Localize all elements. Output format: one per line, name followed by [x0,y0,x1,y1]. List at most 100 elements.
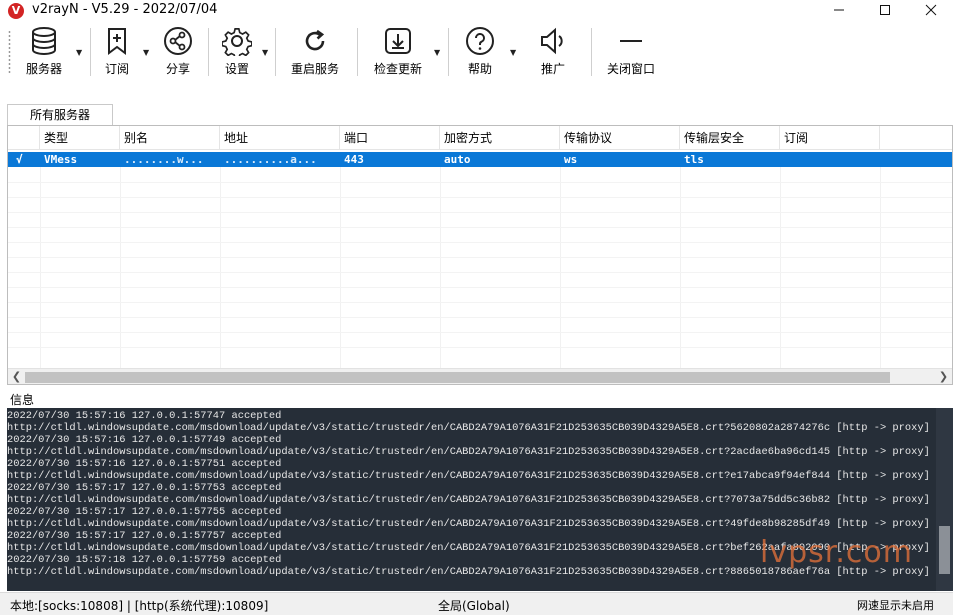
grid-line [8,182,952,183]
minimize-button[interactable] [816,0,862,22]
cell-address: ..........a... [224,153,317,166]
grid-line [8,242,952,243]
title-bar: V v2rayN - V5.29 - 2022/07/04 [0,0,953,22]
toolbar-label: 帮助 [467,62,492,76]
toolbar-grip[interactable] [8,30,11,74]
watermark: lvpsr.com [760,535,913,570]
cell-network: ws [564,153,578,166]
grid-line [8,257,952,258]
active-checkmark: √ [16,153,23,166]
server-list: 类型 别名 地址 端口 加密方式 传输协议 传输层安全 订阅 测 √ VMess… [7,125,953,385]
log-line: 2022/07/30 15:57:17 127.0.0.1:57753 acce… [7,482,282,494]
grid-line [8,227,952,228]
column-header-port[interactable]: 端口 [340,126,440,150]
toolbar-subscription-button[interactable]: 订阅 [94,24,140,82]
toolbar-servers-button[interactable]: 服务器 [14,24,74,82]
scroll-right-arrow-icon[interactable]: ❯ [935,369,952,384]
log-line: 2022/07/30 15:57:17 127.0.0.1:57755 acce… [7,506,282,518]
grid-line [8,332,952,333]
maximize-icon [880,5,890,15]
toolbar-separator [275,28,276,76]
log-line: 2022/07/30 15:57:16 127.0.0.1:57749 acce… [7,434,282,446]
info-section-label: 信息 [10,393,35,407]
toolbar-separator [208,28,209,76]
toolbar-share-button[interactable]: 分享 [156,24,200,82]
toolbar: 服务器 ▼ 订阅 ▼ 分享 设置 ▼ 重启服务 检查更新 ▼ 帮助 ▼ 推广 关… [0,24,953,82]
status-speed-display: 网速显示未启用 [857,599,934,612]
log-line: http://ctldl.windowsupdate.com/msdownloa… [7,470,930,482]
cell-tls: tls [684,153,704,166]
column-header-test[interactable]: 测 [880,126,952,150]
column-header-status[interactable] [8,126,40,150]
column-header-type[interactable]: 类型 [40,126,120,150]
cell-subscription [780,152,880,167]
log-line: 2022/07/30 15:57:16 127.0.0.1:57747 acce… [7,410,282,422]
minimize-icon [834,9,844,11]
chevron-down-icon[interactable]: ▼ [510,48,516,57]
bookmark-add-icon [108,28,126,55]
column-header-tls[interactable]: 传输层安全 [680,126,780,150]
column-header-network[interactable]: 传输协议 [560,126,680,150]
gear-icon [222,28,252,56]
toolbar-promotion-button[interactable]: 推广 [530,24,576,82]
log-scrollbar-thumb[interactable] [939,526,950,574]
database-icon [32,27,56,56]
cell-port: 443 [344,153,364,166]
server-group-tabs: 所有服务器 [0,104,953,126]
help-icon [466,27,494,55]
column-header-alias[interactable]: 别名 [120,126,220,150]
chevron-down-icon[interactable]: ▼ [76,48,82,57]
column-header-address[interactable]: 地址 [220,126,340,150]
close-button[interactable] [908,0,953,22]
cell-alias: ........w... [124,153,204,166]
speaker-icon [541,27,563,55]
status-bar: 本地:[socks:10808] | [http(系统代理):10809] 全局… [0,592,953,615]
chevron-down-icon[interactable]: ▼ [434,48,440,57]
chevron-down-icon[interactable]: ▼ [262,48,268,57]
toolbar-help-button[interactable]: 帮助 [458,24,502,82]
toolbar-label: 服务器 [25,62,62,76]
log-line: http://ctldl.windowsupdate.com/msdownloa… [7,494,930,506]
toolbar-separator [357,28,358,76]
horizontal-scrollbar[interactable]: ❮ ❯ [8,368,952,384]
toolbar-separator [90,28,91,76]
horizontal-scrollbar-thumb[interactable] [25,372,890,383]
toolbar-restart-service-button[interactable]: 重启服务 [285,24,345,82]
download-icon [385,28,411,54]
toolbar-label: 分享 [165,62,190,76]
grid-line [8,272,952,273]
toolbar-settings-button[interactable]: 设置 [214,24,260,82]
toolbar-label: 关闭窗口 [606,62,655,76]
grid-line [8,317,952,318]
cell-type: VMess [44,153,78,166]
grid-line [8,197,952,198]
toolbar-separator [448,28,449,76]
grid-line [8,212,952,213]
chevron-down-icon[interactable]: ▼ [143,48,149,57]
minus-icon [620,40,642,42]
log-line: 2022/07/30 15:57:16 127.0.0.1:57751 acce… [7,458,282,470]
log-line: http://ctldl.windowsupdate.com/msdownloa… [7,446,930,458]
tab-all-servers[interactable]: 所有服务器 [7,104,113,126]
grid-line [8,347,952,348]
maximize-button[interactable] [862,0,908,22]
grid-line [8,302,952,303]
toolbar-label: 推广 [540,62,565,76]
toolbar-close-window-button[interactable]: 关闭窗口 [600,24,662,82]
column-header-security[interactable]: 加密方式 [440,126,560,150]
toolbar-label: 检查更新 [373,62,422,76]
status-local-ports: 本地:[socks:10808] | [http(系统代理):10809] [10,599,269,613]
table-row[interactable]: √ VMess ........w... ..........a... 443 … [8,152,952,167]
close-icon [925,4,937,16]
share-icon [164,27,192,55]
refresh-icon [305,29,325,51]
status-routing-mode[interactable]: 全局(Global) [438,597,510,614]
cell-security: auto [444,153,471,166]
log-line: http://ctldl.windowsupdate.com/msdownloa… [7,422,930,434]
toolbar-check-update-button[interactable]: 检查更新 [368,24,428,82]
v2rayn-logo-icon: V [8,3,24,19]
scroll-left-arrow-icon[interactable]: ❮ [8,369,25,384]
toolbar-separator [591,28,592,76]
column-header-subscription[interactable]: 订阅 [780,126,880,150]
log-vertical-scrollbar[interactable] [936,408,953,591]
